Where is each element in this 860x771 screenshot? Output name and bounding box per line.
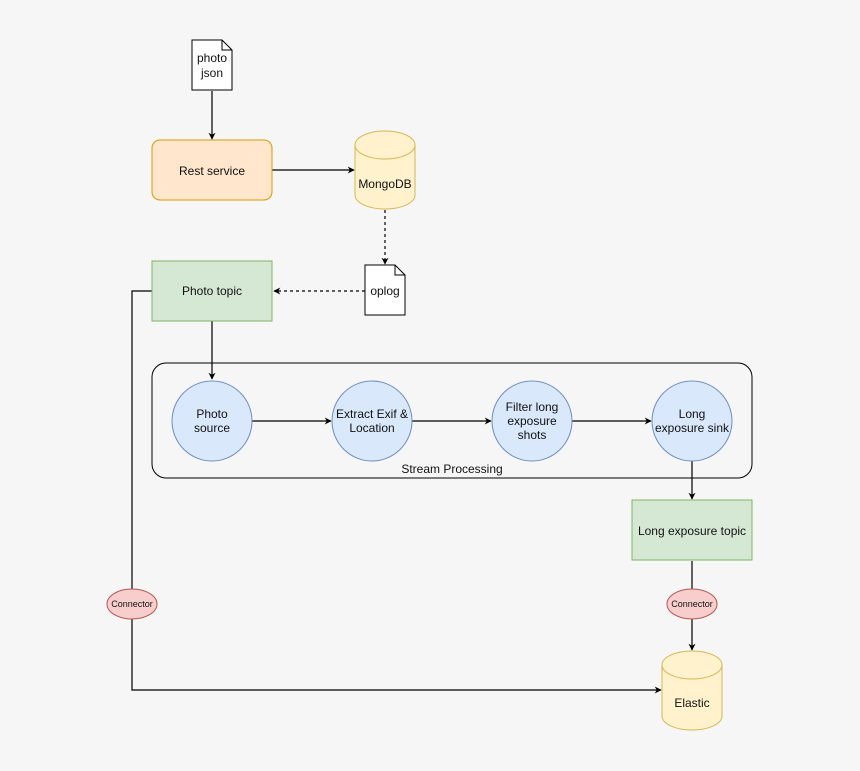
photo-json-line-1: photo [197, 51, 227, 65]
long-sink-line-1: Long [679, 407, 706, 421]
elastic-node[interactable]: Elastic [661, 650, 723, 731]
rest-service-node[interactable]: Rest service [151, 139, 273, 201]
stream-processing-label: Stream Processing [401, 462, 502, 476]
long-exposure-topic-node[interactable]: Long exposure topic [631, 499, 753, 561]
connector-left-node[interactable]: Connector [106, 588, 158, 620]
oplog-document[interactable]: oplog [364, 264, 406, 316]
extract-exif-node[interactable]: Extract Exif & Location [331, 380, 413, 462]
photo-source-line-2: source [194, 421, 230, 435]
connector-left-label: Connector [111, 599, 153, 609]
filter-long-line-2: exposure [507, 414, 557, 428]
mongodb-node[interactable]: MongoDB [354, 130, 416, 210]
filter-long-line-1: Filter long [506, 400, 559, 414]
oplog-label: oplog [370, 284, 399, 298]
photo-source-line-1: Photo [196, 407, 228, 421]
elastic-label: Elastic [674, 696, 709, 710]
photo-topic-label: Photo topic [182, 284, 242, 298]
photo-json-document[interactable]: photo json [191, 39, 233, 91]
filter-long-line-3: shots [518, 428, 547, 442]
photo-json-line-2: json [200, 66, 223, 80]
connector-right-label: Connector [671, 599, 713, 609]
long-sink-line-2: exposure sink [655, 421, 730, 435]
edge-photo-topic-to-elastic [131, 290, 662, 694]
filter-long-exposure-node[interactable]: Filter long exposure shots [491, 380, 573, 462]
extract-exif-line-1: Extract Exif & [336, 407, 408, 421]
long-exposure-sink-node[interactable]: Long exposure sink [651, 380, 733, 462]
diagram-canvas: photo json Rest service MongoDB oplog Ph… [106, 39, 753, 731]
rest-service-label: Rest service [179, 164, 245, 178]
long-exposure-topic-label: Long exposure topic [638, 524, 746, 538]
mongodb-label: MongoDB [358, 177, 411, 191]
document-icon [191, 39, 233, 91]
extract-exif-line-2: Location [349, 421, 394, 435]
photo-topic-node[interactable]: Photo topic [151, 260, 273, 322]
photo-source-node[interactable]: Photo source [171, 380, 253, 462]
connector-right-node[interactable]: Connector [666, 588, 718, 620]
